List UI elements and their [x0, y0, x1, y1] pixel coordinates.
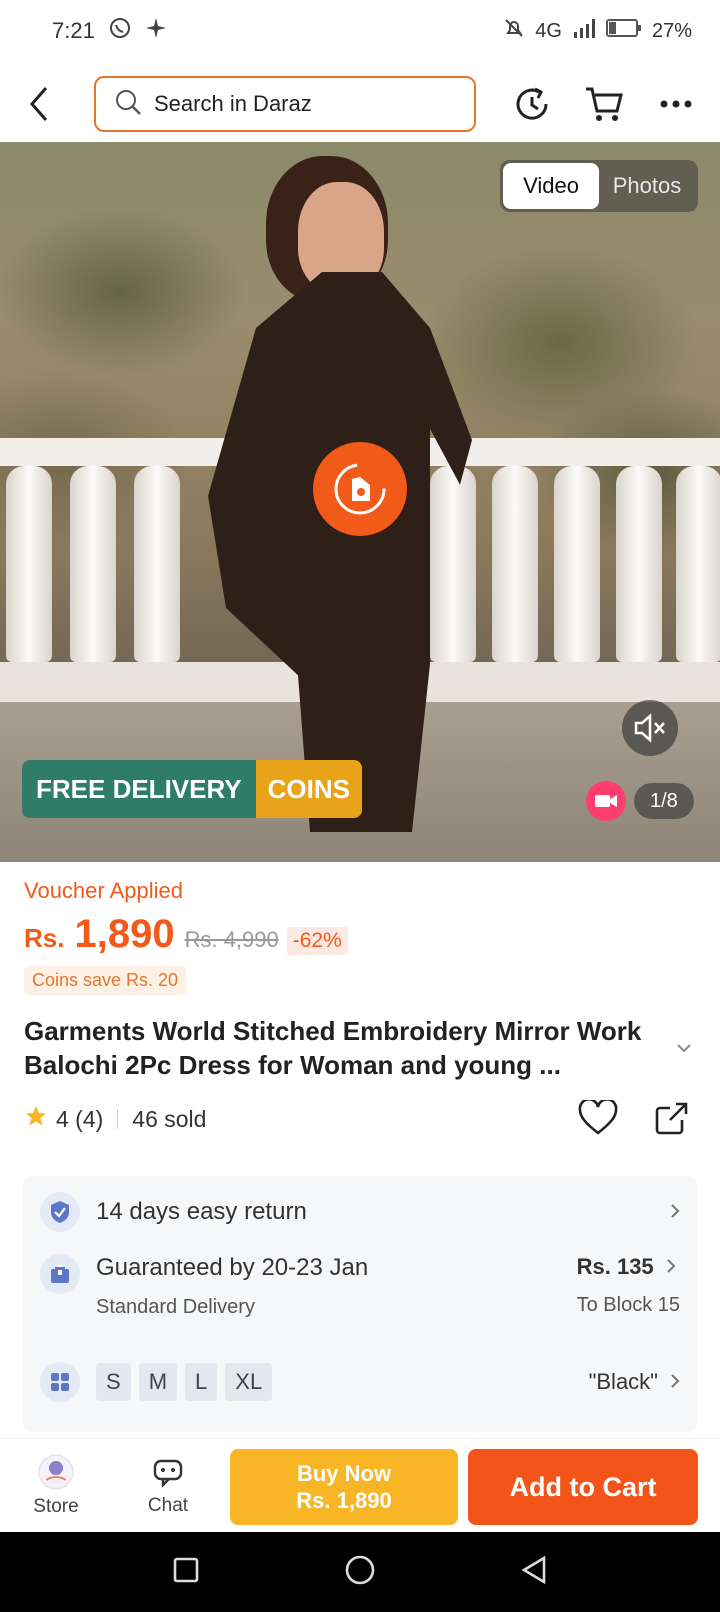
- volume-mute-icon: [634, 713, 665, 743]
- chat-icon: [153, 1459, 183, 1488]
- chevron-down-icon[interactable]: [676, 1040, 692, 1058]
- back-button[interactable]: [28, 80, 68, 128]
- buy-now-label: Buy Now: [296, 1461, 392, 1486]
- tab-video[interactable]: Video: [503, 163, 599, 209]
- store-button[interactable]: Store: [0, 1454, 112, 1518]
- media-toggle: Video Photos: [500, 160, 698, 212]
- buy-now-button[interactable]: Buy Now Rs. 1,890: [230, 1449, 458, 1525]
- top-header: Search in Daraz: [0, 66, 720, 142]
- price-value: 1,890: [74, 912, 175, 956]
- chat-label: Chat: [147, 1494, 189, 1516]
- delivery-price: Rs. 135: [576, 1254, 654, 1279]
- store-logo-icon: [38, 1454, 74, 1489]
- discount-badge: -62%: [286, 927, 348, 955]
- heart-icon: [578, 1098, 618, 1135]
- recents-icon: [173, 1557, 199, 1582]
- delivery-label: Guaranteed by 20-23 Jan: [96, 1254, 369, 1281]
- history-button[interactable]: [508, 80, 556, 128]
- variants-grid-icon: [40, 1362, 80, 1402]
- rating-row[interactable]: 4 (4) 46 sold: [24, 1104, 206, 1134]
- size-chip[interactable]: L: [185, 1363, 218, 1401]
- selected-color: "Black": [588, 1369, 658, 1394]
- media-counter: 1/8: [586, 781, 694, 821]
- price-row: Rs. 1,890 Rs. 4,990 -62%: [24, 912, 348, 957]
- history-icon: [516, 87, 548, 120]
- coins-save-badge: Coins save Rs. 20: [24, 966, 187, 995]
- home-button[interactable]: [344, 1554, 376, 1591]
- search-icon: [114, 88, 142, 121]
- battery-icon: [605, 19, 642, 43]
- mute-bell-icon: [503, 17, 525, 45]
- tab-photos[interactable]: Photos: [599, 163, 695, 209]
- more-icon: [660, 100, 692, 108]
- back-triangle-icon: [521, 1555, 546, 1584]
- mute-button[interactable]: [622, 700, 678, 756]
- return-label: 14 days easy return: [96, 1198, 307, 1225]
- coins-badge: COINS: [255, 760, 362, 818]
- search-input[interactable]: Search in Daraz: [94, 76, 476, 132]
- size-chip[interactable]: S: [96, 1363, 131, 1401]
- signal-icon: [572, 18, 596, 44]
- star-icon: [24, 1104, 48, 1134]
- more-button[interactable]: [652, 80, 700, 128]
- sparkle-icon: [145, 17, 167, 45]
- rating-value: 4 (4): [56, 1105, 104, 1132]
- play-button[interactable]: [313, 442, 407, 536]
- add-to-cart-button[interactable]: Add to Cart: [468, 1449, 698, 1525]
- cart-icon: [586, 87, 623, 121]
- size-options: S M L XL: [96, 1363, 280, 1401]
- package-icon: [40, 1254, 80, 1294]
- delivery-type: Standard Delivery: [96, 1296, 255, 1318]
- back-icon: [30, 87, 48, 121]
- delivery-location: To Block 15: [576, 1294, 680, 1316]
- voucher-label: Voucher Applied: [24, 878, 184, 903]
- bottom-action-bar: Store Chat Buy Now Rs. 1,890 Add to Cart: [0, 1438, 720, 1532]
- share-button[interactable]: [654, 1100, 690, 1141]
- daraz-play-icon: [334, 463, 386, 515]
- home-icon: [345, 1555, 375, 1584]
- search-placeholder: Search in Daraz: [154, 91, 312, 116]
- store-label: Store: [33, 1495, 79, 1517]
- buy-now-price: Rs. 1,890: [296, 1488, 392, 1513]
- chevron-right-icon: [670, 1369, 680, 1395]
- service-card: 14 days easy return Guaranteed by 20-23 …: [22, 1176, 698, 1432]
- original-price: Rs. 4,990: [184, 927, 279, 952]
- chat-button[interactable]: Chat: [112, 1455, 224, 1517]
- wishlist-button[interactable]: [578, 1098, 618, 1141]
- status-time: 7:21: [52, 18, 95, 43]
- sold-count: 46 sold: [132, 1105, 207, 1132]
- variant-row[interactable]: S M L XL "Black": [22, 1352, 698, 1412]
- size-chip[interactable]: M: [138, 1363, 178, 1401]
- chevron-right-icon: [670, 1199, 680, 1225]
- price-currency: Rs.: [24, 923, 65, 953]
- network-label: 4G: [535, 19, 562, 42]
- chevron-right-icon: [666, 1254, 676, 1280]
- share-icon: [655, 1102, 688, 1135]
- whatsapp-icon: [109, 17, 131, 45]
- free-delivery-badge: FREE DELIVERY: [22, 760, 256, 818]
- cart-button[interactable]: [580, 80, 628, 128]
- back-nav-button[interactable]: [520, 1555, 548, 1590]
- shield-check-icon: [40, 1192, 80, 1232]
- size-chip[interactable]: XL: [225, 1363, 273, 1401]
- product-title[interactable]: Garments World Stitched Embroidery Mirro…: [24, 1014, 664, 1082]
- image-counter: 1/8: [634, 783, 694, 819]
- product-media[interactable]: Video Photos FREE DELIVERY COINS 1/8: [0, 142, 720, 862]
- delivery-row[interactable]: Guaranteed by 20-23 Jan Standard Deliver…: [22, 1232, 698, 1332]
- promo-badges: FREE DELIVERY COINS: [22, 760, 362, 818]
- status-bar: 7:21 4G 27%: [0, 0, 720, 62]
- system-nav-bar: [0, 1532, 720, 1612]
- video-camera-icon: [586, 781, 626, 821]
- recents-button[interactable]: [172, 1556, 200, 1589]
- battery-percent: 27%: [651, 19, 692, 42]
